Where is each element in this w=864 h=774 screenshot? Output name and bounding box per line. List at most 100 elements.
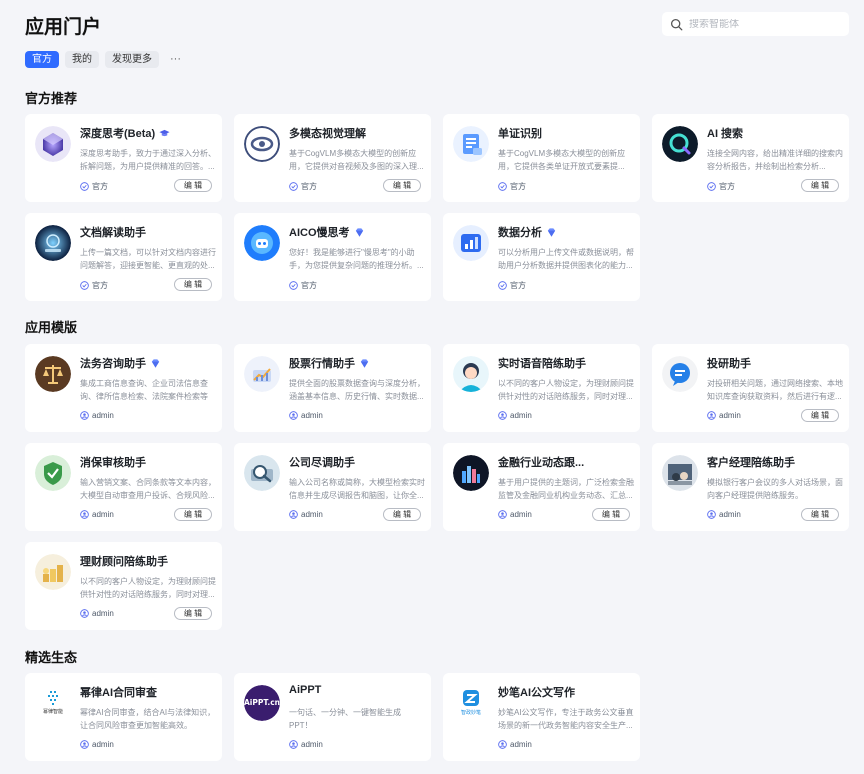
app-card-owner: 官方 xyxy=(80,280,108,291)
app-card-description: 上传一篇文档，可以针对文档内容进行问题解答，迎接更智能、更直观的处... xyxy=(80,248,216,270)
app-card-title: AiPPT xyxy=(289,684,322,696)
milaw-logo-icon: 幂律智能 xyxy=(35,685,71,721)
edit-button[interactable]: 编 辑 xyxy=(801,409,839,422)
app-card-title: 公司尽调助手 xyxy=(289,457,355,469)
svg-text:幂律智能: 幂律智能 xyxy=(43,708,63,715)
app-card-description: 您好！我是能够进行"慢思考"的小助手，为您提供复杂问题的推理分析。... xyxy=(289,248,424,270)
app-card[interactable]: 法务咨询助手集成工商信息查询、企业司法信息查询、律所信息检索、法院案件检索等 .… xyxy=(25,344,222,432)
app-card[interactable]: 实时语音陪练助手 以不同的客户人物设定，为理财顾问提供针对性的对话陪练服务，同时对… xyxy=(443,344,640,432)
app-card-owner: admin xyxy=(80,411,114,420)
avatar-icon xyxy=(453,356,489,392)
tab-mine[interactable]: 我的 xyxy=(65,51,99,68)
app-card-title: 数据分析 xyxy=(498,224,628,240)
app-card-title: 文档解读助手 xyxy=(80,227,146,239)
edit-button[interactable]: 编 辑 xyxy=(174,179,212,192)
app-card-owner: admin xyxy=(80,510,114,519)
app-card-owner: admin xyxy=(289,740,323,749)
app-card[interactable]: 单证识别 基于CogVLM多模态大模型的创新应用，它提供各类单证开放式要素提...… xyxy=(443,114,640,202)
app-card-description: 以不同的客户人物设定，为理财顾问提供针对性的对话陪练服务，同时对理... xyxy=(80,577,216,599)
app-card-owner: admin xyxy=(80,609,114,618)
filter-tabs: 官方 我的 发现更多 ··· xyxy=(25,51,186,68)
app-card[interactable]: 金融行业动态跟... 基于用户提供的主题词，广泛检索金融监管及金融同业机构业务动态… xyxy=(443,443,640,531)
official-badge-icon xyxy=(289,281,298,290)
app-card[interactable]: AI 搜索 连接全网内容，给出精准详细的搜索内容分析报告，并绘制出检索分析... 官… xyxy=(652,114,849,202)
app-card[interactable]: 客户经理陪练助手 模拟银行客户会议的多人对话场景，面向客户经理提供陪练服务。 adm… xyxy=(652,443,849,531)
app-card-description: 连接全网内容，给出精准详细的搜索内容分析报告，并绘制出检索分析... xyxy=(707,149,843,171)
app-card[interactable]: 理财顾问陪练助手 以不同的客户人物设定，为理财顾问提供针对性的对话陪练服务，同时对… xyxy=(25,542,222,630)
user-icon xyxy=(707,411,716,420)
official-badge-icon xyxy=(707,182,716,191)
graduation-cap-icon xyxy=(159,129,170,136)
more-tabs-button[interactable]: ··· xyxy=(165,51,186,68)
shield-icon xyxy=(35,455,71,491)
app-card[interactable]: 深度思考(Beta) 深度思考助手，致力于通过深入分析、拆解问题，为用户提供精准的… xyxy=(25,114,222,202)
app-card[interactable]: AiPPT.cn AiPPT 一句话、一分钟、一键智能生成 PPT！ admin xyxy=(234,673,431,761)
chat-bubble-icon xyxy=(662,356,698,392)
app-card[interactable]: 公司尽调助手输入公司名称或简称，大模型检索实时信息并生成尽调报告和脑图，让你全.… xyxy=(234,443,431,531)
edit-button[interactable]: 编 辑 xyxy=(383,179,421,192)
app-card-title: 妙笔AI公文写作 xyxy=(498,687,575,699)
edit-button[interactable]: 编 辑 xyxy=(383,508,421,521)
app-card-owner: admin xyxy=(707,411,741,420)
official-badge-icon xyxy=(80,182,89,191)
user-icon xyxy=(80,510,89,519)
app-card[interactable]: 幂律智能 幂律AI合同审查幂律AI合同审查，结合AI与法律知识，让合同风险审查更加… xyxy=(25,673,222,761)
edit-button[interactable]: 编 辑 xyxy=(592,508,630,521)
app-card-owner: 官方 xyxy=(289,181,317,192)
app-card-description: 对投研相关问题，通过网络搜索、本地知识库查询获取资料，然后进行有逻... xyxy=(707,379,843,401)
magnifier-icon xyxy=(244,455,280,491)
edit-button[interactable]: 编 辑 xyxy=(174,278,212,291)
search-box[interactable] xyxy=(662,12,849,36)
app-card[interactable]: 智政妙笔 妙笔AI公文写作 妙笔AI公文写作，专注于政务公文垂直场景的新一代政务智能… xyxy=(443,673,640,761)
tab-discover[interactable]: 发现更多 xyxy=(105,51,159,68)
app-card-owner: 官方 xyxy=(80,181,108,192)
cube-icon xyxy=(35,126,71,162)
edit-button[interactable]: 编 辑 xyxy=(801,179,839,192)
page-title: 应用门户 xyxy=(25,17,102,38)
diamond-badge-icon xyxy=(360,358,369,368)
meeting-icon xyxy=(662,455,698,491)
user-icon xyxy=(80,609,89,618)
app-card[interactable]: 股票行情助手提供全面的股票数据查询与深度分析，涵盖基本信息、历史行情、实时数据.… xyxy=(234,344,431,432)
app-card-title: 股票行情助手 xyxy=(289,355,419,371)
app-card-description: 幂律AI合同审查，结合AI与法律知识，让合同风险审查更加智能高效。 xyxy=(80,708,216,730)
section-title-ecosystem: 精选生态 xyxy=(25,650,78,665)
aippt-logo-icon: AiPPT.cn xyxy=(244,685,280,721)
user-icon xyxy=(289,510,298,519)
app-card-title: AI 搜索 xyxy=(707,128,744,140)
diamond-badge-icon xyxy=(151,358,160,368)
tab-official[interactable]: 官方 xyxy=(25,51,59,68)
app-card[interactable]: 消保审核助手输入营销文案、合同条款等文本内容，大模型自动审查用户投诉、合规风险.… xyxy=(25,443,222,531)
app-card-title: AICO慢思考 xyxy=(289,224,419,240)
miaobi-logo-icon: 智政妙笔 xyxy=(453,685,489,721)
app-card-description: 一句话、一分钟、一键智能生成 PPT！ xyxy=(289,708,401,730)
app-card[interactable]: 投研助手 对投研相关问题，通过网络搜索、本地知识库查询获取资料，然后进行有逻...… xyxy=(652,344,849,432)
app-card-description: 输入营销文案、合同条款等文本内容，大模型自动审查用户投诉、合规风险... xyxy=(80,478,216,500)
app-card[interactable]: AICO慢思考您好！我是能够进行"慢思考"的小助手，为您提供复杂问题的推理分析。… xyxy=(234,213,431,301)
app-card[interactable]: 数据分析 可以分析用户上传文件或数据说明，帮助用户分析数据并提供图表化的能力...… xyxy=(443,213,640,301)
app-card-owner: admin xyxy=(707,510,741,519)
app-card-title: 幂律AI合同审查 xyxy=(80,687,157,699)
coins-icon xyxy=(35,554,71,590)
chart-icon xyxy=(244,356,280,392)
app-card-description: 提供全面的股票数据查询与深度分析，涵盖基本信息、历史行情、实时数据... xyxy=(289,379,425,401)
edit-button[interactable]: 编 辑 xyxy=(174,508,212,521)
app-card-description: 基于CogVLM多模态大模型的创新应用，它提供各类单证开放式要素提... xyxy=(498,149,626,171)
app-card-description: 输入公司名称或简称，大模型检索实时信息并生成尽调报告和脑图，让你全... xyxy=(289,478,425,500)
app-card-title: 消保审核助手 xyxy=(80,457,146,469)
app-card-owner: admin xyxy=(498,510,532,519)
app-card-description: 集成工商信息查询、企业司法信息查询、律所信息检索、法院案件检索等 ... xyxy=(80,379,208,401)
diamond-badge-icon xyxy=(355,227,363,237)
user-icon xyxy=(498,740,507,749)
app-card-title: 实时语音陪练助手 xyxy=(498,358,586,370)
ai-brain-icon xyxy=(35,225,71,261)
search-input[interactable] xyxy=(689,18,839,30)
edit-button[interactable]: 编 辑 xyxy=(174,607,212,620)
app-card-title: 金融行业动态跟... xyxy=(498,457,585,469)
app-card[interactable]: 多模态视觉理解 基于CogVLM多模态大模型的创新应用，它提供对音视频及多图的深入… xyxy=(234,114,431,202)
diamond-badge-icon xyxy=(547,227,556,237)
official-badge-icon xyxy=(80,281,89,290)
app-card[interactable]: 文档解读助手上传一篇文档，可以针对文档内容进行问题解答，迎接更智能、更直观的处.… xyxy=(25,213,222,301)
search-icon xyxy=(670,18,683,30)
edit-button[interactable]: 编 辑 xyxy=(801,508,839,521)
